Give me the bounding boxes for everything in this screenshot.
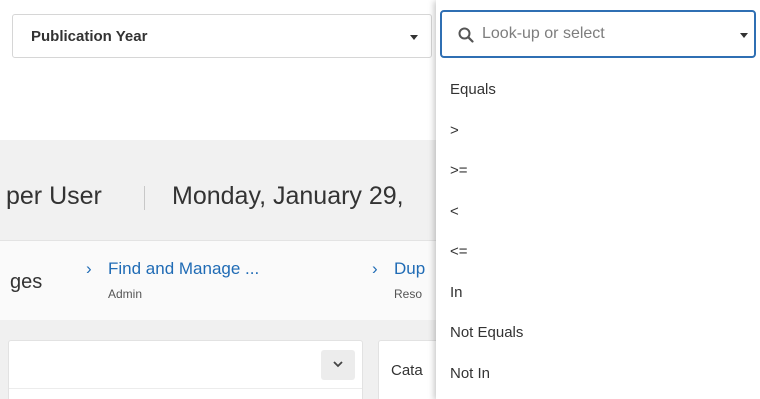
header-divider <box>144 186 145 210</box>
quick-link-truncated[interactable]: ges <box>10 271 42 294</box>
option-greater-or-equal[interactable]: >= <box>436 151 760 192</box>
caret-down-icon[interactable] <box>740 33 748 38</box>
field-select[interactable]: Publication Year <box>12 14 432 58</box>
chevron-right-icon: › <box>86 259 92 278</box>
collapse-button[interactable] <box>321 350 355 380</box>
quick-link-title: Find and Manage ... <box>108 259 260 278</box>
chevron-right-icon: › <box>372 259 378 278</box>
option-less-than[interactable]: < <box>436 192 760 233</box>
quick-link-title: Dup <box>394 259 426 278</box>
user-name: per User <box>6 182 102 210</box>
lookup-input[interactable] <box>482 22 722 46</box>
chevron-down-icon <box>333 361 343 368</box>
operator-dropdown: Equals > >= < <= In Not Equals Not In <box>436 0 760 399</box>
field-select-value: Publication Year <box>31 28 148 45</box>
operator-options: Equals > >= < <= In Not Equals Not In <box>436 70 760 394</box>
search-icon <box>458 27 474 43</box>
card-divider <box>9 388 362 389</box>
option-less-or-equal[interactable]: <= <box>436 232 760 273</box>
option-greater-than[interactable]: > <box>436 111 760 152</box>
card-title: Cata <box>391 362 423 379</box>
quick-link-subtitle: Reso <box>394 287 423 301</box>
quick-link-subtitle: Admin <box>108 287 143 301</box>
option-not-in[interactable]: Not In <box>436 354 760 395</box>
caret-down-icon <box>410 35 418 40</box>
current-date: Monday, January 29, <box>172 182 404 210</box>
lookup-select[interactable] <box>440 10 756 58</box>
widget-card <box>8 340 363 399</box>
option-in[interactable]: In <box>436 273 760 314</box>
option-not-equals[interactable]: Not Equals <box>436 313 760 354</box>
option-equals[interactable]: Equals <box>436 70 760 111</box>
